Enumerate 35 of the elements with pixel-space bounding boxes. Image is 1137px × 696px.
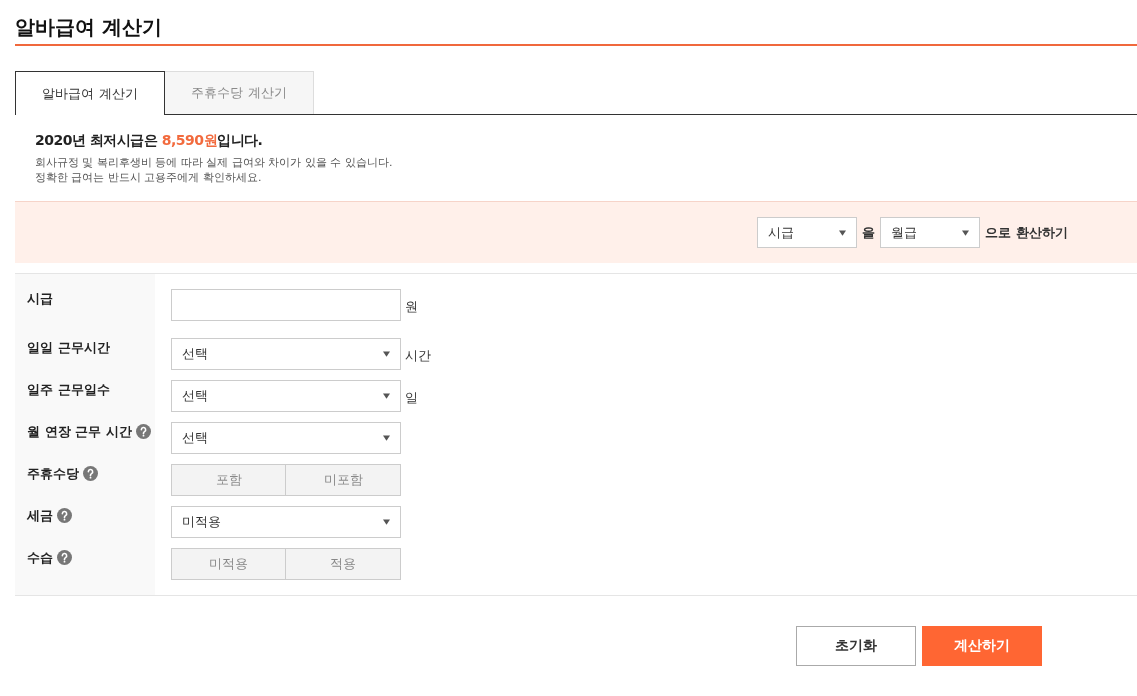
unit-label: 시간 [405, 347, 431, 365]
disclaimer-text: 회사규정 및 복리후생비 등에 따라 실제 급여와 차이가 있을 수 있습니다. [35, 155, 393, 170]
caret-icon [383, 393, 390, 399]
disclaimer-text: 정확한 급여는 반드시 고용주에게 확인하세요. [35, 170, 262, 185]
reset-button[interactable]: 초기화 [796, 626, 916, 666]
caret-icon [383, 519, 390, 525]
dropdown[interactable]: 선택 [171, 338, 401, 370]
dropdown[interactable]: 시급 [757, 217, 858, 248]
field-label: 월 연장 근무 시간 [27, 423, 132, 441]
minimum-wage-notice: 2020년 최저시급은 8,590원입니다. [35, 131, 263, 150]
input-field[interactable] [171, 289, 401, 321]
caret-icon [839, 229, 847, 236]
caret-icon [962, 229, 970, 236]
help-icon[interactable] [57, 508, 72, 523]
dropdown[interactable]: 월급 [880, 217, 981, 248]
dropdown[interactable]: 미적용 [171, 506, 401, 538]
tab[interactable]: 알바급여 계산기 [15, 71, 165, 115]
help-icon[interactable] [135, 424, 151, 439]
unit-label: 일 [405, 389, 418, 407]
help-icon[interactable] [57, 550, 72, 565]
dropdown[interactable]: 선택 [171, 380, 401, 412]
unit-label: 원 [405, 298, 418, 316]
field-label: 일주 근무일수 [27, 381, 110, 399]
field-label: 주휴수당 [27, 465, 79, 483]
page-title: 알바급여 계산기 [15, 16, 162, 38]
joiner-text: 을 [862, 223, 876, 242]
field-label: 일일 근무시간 [27, 339, 110, 357]
caret-icon [383, 351, 390, 357]
dropdown[interactable]: 선택 [171, 422, 401, 454]
field-label: 세금 [27, 507, 53, 525]
help-icon[interactable] [83, 466, 98, 481]
field-label: 시급 [27, 290, 53, 308]
caret-icon [383, 435, 390, 441]
convert-label: 으로 환산하기 [985, 223, 1068, 242]
field-label: 수습 [27, 549, 53, 567]
